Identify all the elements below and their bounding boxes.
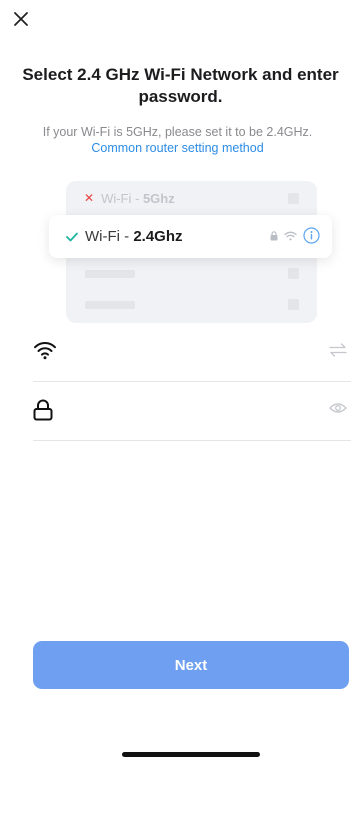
ssid-input[interactable]: [67, 340, 311, 366]
ssid-field: [33, 323, 351, 382]
check-icon: [66, 232, 78, 242]
lock-small-icon: [270, 230, 278, 240]
password-field: [33, 382, 351, 441]
good-network-band: 2.4Ghz: [133, 228, 183, 245]
home-indicator: [122, 752, 260, 757]
illustration-5ghz-row: ✕ Wi-Fi - 5Ghz: [66, 186, 317, 210]
placeholder-square: [288, 268, 299, 279]
good-network-prefix: Wi-Fi -: [85, 228, 134, 245]
bad-network-band: 5Ghz: [142, 190, 175, 206]
switch-arrows-icon[interactable]: [329, 343, 347, 357]
eye-icon[interactable]: [329, 402, 347, 414]
next-button[interactable]: Next: [33, 641, 349, 689]
close-button[interactable]: [10, 8, 32, 30]
placeholder-square: [288, 299, 299, 310]
placeholder-bar: [85, 301, 135, 309]
wifi-icon: [34, 342, 56, 360]
bad-network-prefix: Wi-Fi -: [101, 190, 143, 206]
page-title: Select 2.4 GHz Wi-Fi Network and enter p…: [22, 65, 339, 106]
wifi-small-icon: [284, 231, 297, 240]
info-icon: [303, 227, 320, 244]
illustration-24ghz-card: Wi-Fi - 2.4Ghz: [49, 215, 332, 258]
hint-text: If your Wi-Fi is 5GHz, please set it to …: [42, 125, 313, 139]
router-setting-link[interactable]: Common router setting method: [8, 141, 347, 156]
placeholder-bar: [85, 270, 135, 278]
cross-icon: ✕: [84, 191, 95, 205]
placeholder-square: [288, 193, 299, 204]
close-icon: [14, 12, 28, 26]
password-input[interactable]: [67, 399, 311, 425]
lock-icon: [33, 399, 53, 421]
